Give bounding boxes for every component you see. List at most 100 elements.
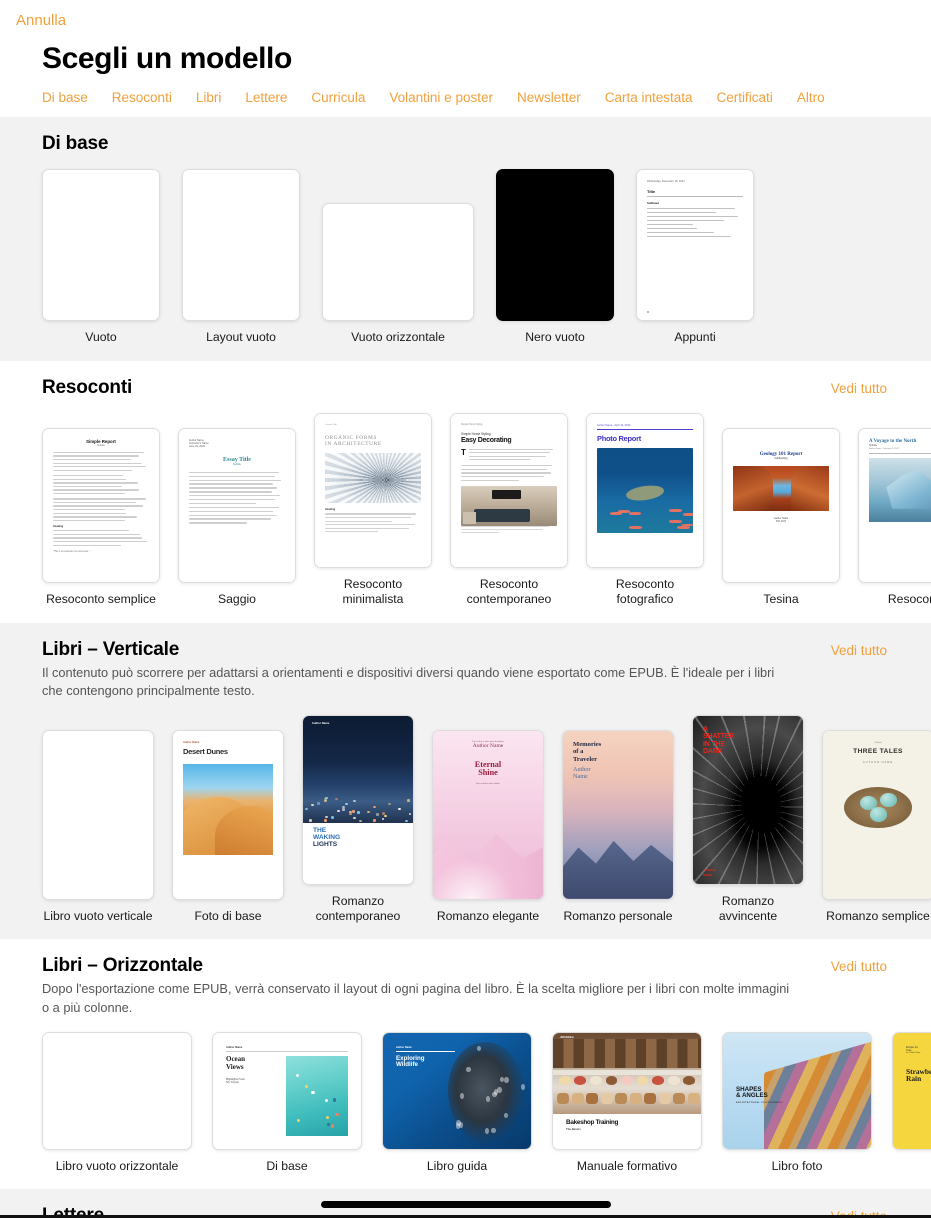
home-indicator — [321, 1201, 611, 1208]
title-area: Scegli un modello — [0, 36, 931, 76]
section-header-libri-orizzontale: Libri – Orizzontale Dopo l'esportazione c… — [42, 939, 931, 1017]
template-thumbnail[interactable]: Course Title ORGANIC FORMS IN ARCHITECTURE… — [314, 413, 432, 568]
section-header-libri-verticale: Libri – Verticale Il contenuto può scorre… — [42, 623, 931, 701]
template-card[interactable]: Libro vuoto orizzontale — [42, 1032, 192, 1174]
section-title: Resoconti — [42, 377, 132, 399]
template-card[interactable]: Recipes forSoupby Author NameStrawberryR… — [892, 1032, 931, 1174]
template-card[interactable]: Author Name THE WAKING LIGHTS Romanzo contem… — [302, 715, 414, 924]
tab-lettere[interactable]: Lettere — [245, 90, 287, 105]
template-label: Resoconto semplice — [42, 592, 160, 607]
template-label: Di base — [212, 1159, 362, 1174]
template-thumbnail[interactable] — [322, 203, 474, 321]
template-card[interactable]: Vuoto — [42, 169, 160, 345]
template-thumbnail[interactable]: Tap or click to add a short description A… — [432, 730, 544, 900]
tab-resoconti[interactable]: Resoconti — [112, 90, 172, 105]
template-label: Romanzo elegante — [432, 909, 544, 924]
see-all-link-libri-verticale[interactable]: Vedi tutto — [831, 639, 887, 658]
section-resoconti: Resoconti Vedi tutto Simple Report Subtitle… — [0, 361, 931, 623]
tab-carta-intestata[interactable]: Carta intestata — [605, 90, 693, 105]
template-card[interactable]: Author Name · April 14, 2023 Photo Report… — [586, 413, 704, 607]
section-description: Dopo l'esportazione come EPUB, verrà con… — [42, 980, 797, 1017]
thumb-art-blank-portrait — [43, 170, 159, 320]
template-card[interactable]: Author Name Desert Dunes Foto di base — [172, 730, 284, 924]
template-thumbnail[interactable] — [496, 169, 614, 321]
template-row-libri-orizzontale: Libro vuoto orizzontale Author Name Ocean V… — [42, 1018, 931, 1174]
template-card[interactable]: Author Name Ocean Views Highlights From My T… — [212, 1032, 362, 1174]
thumb-art-notes: Wednesday, December 18, 2013 Title Subhead — [637, 170, 753, 320]
template-card[interactable]: Wednesday, December 18, 2013 Title Subhead… — [636, 169, 754, 345]
template-label: Libro vuoto orizzontale — [42, 1159, 192, 1174]
section-header-di-base: Di base — [42, 117, 931, 155]
template-thumbnail[interactable] — [182, 169, 300, 321]
template-label: Nero vuoto — [496, 330, 614, 345]
template-label: Resoconto — [858, 592, 931, 607]
thumb-art-soup-recipe: Recipes forSoupby Author NameStrawberryR… — [893, 1033, 931, 1149]
cancel-button[interactable]: Annulla — [16, 12, 66, 29]
template-thumbnail[interactable]: A SHATTER IN THE DARK AUTHOR NAME — [692, 715, 804, 885]
see-all-link-libri-orizzontale[interactable]: Vedi tutto — [831, 955, 887, 974]
template-thumbnail[interactable]: A Novel THREE TALES AUTHOR NAME — [822, 730, 931, 900]
tab-volantini-e-poster[interactable]: Volantini e poster — [389, 90, 493, 105]
template-card[interactable]: Nero vuoto — [496, 169, 614, 345]
thumb-art-geology: Geology 101 Report Subheading Author Name F… — [723, 429, 839, 582]
see-all-link-resoconti[interactable]: Vedi tutto — [831, 377, 887, 396]
template-thumbnail[interactable] — [42, 1032, 192, 1150]
template-card[interactable]: Geology 101 Report Subheading Author Name F… — [722, 428, 840, 607]
template-thumbnail[interactable]: SHAPES & ANGLES ARCHITECTURAL PHOTOGRAPHY — [722, 1032, 872, 1150]
section-title: Libri – Verticale — [42, 639, 797, 661]
template-card[interactable]: Vuoto orizzontale — [322, 203, 474, 345]
template-card[interactable]: SHAPES & ANGLES ARCHITECTURAL PHOTOGRAPHY L… — [722, 1032, 872, 1174]
tab-newsletter[interactable]: Newsletter — [517, 90, 581, 105]
thumb-art-eternal-shine: Tap or click to add a short description A… — [433, 731, 543, 899]
template-card[interactable]: 2024 Edition Bakeshop Training The Basics M… — [552, 1032, 702, 1174]
template-thumbnail[interactable]: Geology 101 Report Subheading Author Name F… — [722, 428, 840, 583]
thumb-art-photo-report: Author Name · April 14, 2023 Photo Report — [587, 414, 703, 567]
template-thumbnail[interactable]: Memories of a Traveler Author Name — [562, 730, 674, 900]
template-thumbnail[interactable]: Simple Report Subtitle Heading "This is an … — [42, 428, 160, 583]
template-card[interactable]: Simple Report Subtitle Heading "This is an … — [42, 428, 160, 607]
template-card[interactable]: Course Title ORGANIC FORMS IN ARCHITECTURE… — [314, 413, 432, 607]
template-thumbnail[interactable]: Author Name Exploring Wildlife — [382, 1032, 532, 1150]
template-thumbnail[interactable]: Wednesday, December 18, 2013 Title Subhead — [636, 169, 754, 321]
template-row-resoconti: Simple Report Subtitle Heading "This is an … — [42, 399, 931, 607]
tab-libri[interactable]: Libri — [196, 90, 222, 105]
template-label: Vuoto — [42, 330, 160, 345]
template-label: Libro foto — [722, 1159, 872, 1174]
template-label: Libro guida — [382, 1159, 532, 1174]
template-label: Resoconto minimalista — [314, 577, 432, 607]
template-card[interactable]: Tap or click to add a short description A… — [432, 730, 544, 924]
category-tabs[interactable]: Di base Resoconti Libri Lettere Curricula Vol… — [0, 76, 931, 117]
template-card[interactable]: A Novel THREE TALES AUTHOR NAME Romanzo sem… — [822, 730, 931, 924]
template-card[interactable]: A Voyage to the North Subtitle Author Name… — [858, 428, 931, 607]
template-thumbnail[interactable]: Author Name THE WAKING LIGHTS — [302, 715, 414, 885]
template-thumbnail[interactable] — [42, 169, 160, 321]
thumb-art-organic: Course Title ORGANIC FORMS IN ARCHITECTURE… — [315, 414, 431, 567]
thumb-art-blank-landscape — [323, 204, 473, 320]
template-card[interactable]: Layout vuoto — [182, 169, 300, 345]
template-label: Manuale formativo — [552, 1159, 702, 1174]
template-thumbnail[interactable]: Author Name Desert Dunes — [172, 730, 284, 900]
template-thumbnail[interactable]: A Voyage to the North Subtitle Author Name… — [858, 428, 931, 583]
template-thumbnail[interactable]: Simple Home Styling Simple Home Styling Ea… — [450, 413, 568, 568]
thumb-art-simple-report: Simple Report Subtitle Heading "This is an … — [43, 429, 159, 582]
template-thumbnail[interactable]: Author Name Ocean Views Highlights From My T… — [212, 1032, 362, 1150]
template-card[interactable]: Memories of a Traveler Author Name Romanzo pe… — [562, 730, 674, 924]
template-thumbnail[interactable] — [42, 730, 154, 900]
thumb-art-black-portrait — [496, 169, 614, 321]
tab-certificati[interactable]: Certificati — [717, 90, 773, 105]
template-card[interactable]: Simple Home Styling Simple Home Styling Ea… — [450, 413, 568, 607]
thumb-art-desert-dunes: Author Name Desert Dunes — [173, 731, 283, 899]
template-thumbnail[interactable]: Author Name Instructor’s Name June 24, 202… — [178, 428, 296, 583]
tab-di-base[interactable]: Di base — [42, 90, 88, 105]
template-thumbnail[interactable]: Recipes forSoupby Author NameStrawberryR… — [892, 1032, 931, 1150]
template-thumbnail[interactable]: Author Name · April 14, 2023 Photo Report — [586, 413, 704, 568]
template-card[interactable]: A SHATTER IN THE DARK AUTHOR NAME Romanzo avvi… — [692, 715, 804, 924]
template-card[interactable]: Libro vuoto verticale — [42, 730, 154, 924]
template-label: Libro vuoto verticale — [42, 909, 154, 924]
tab-altro[interactable]: Altro — [797, 90, 825, 105]
template-card[interactable]: Author Name Instructor’s Name June 24, 202… — [178, 428, 296, 607]
tab-curricula[interactable]: Curricula — [311, 90, 365, 105]
template-label: Vuoto orizzontale — [322, 330, 474, 345]
template-card[interactable]: Author Name Exploring Wildlife Libro guida — [382, 1032, 532, 1174]
template-thumbnail[interactable]: 2024 Edition Bakeshop Training The Basics — [552, 1032, 702, 1150]
